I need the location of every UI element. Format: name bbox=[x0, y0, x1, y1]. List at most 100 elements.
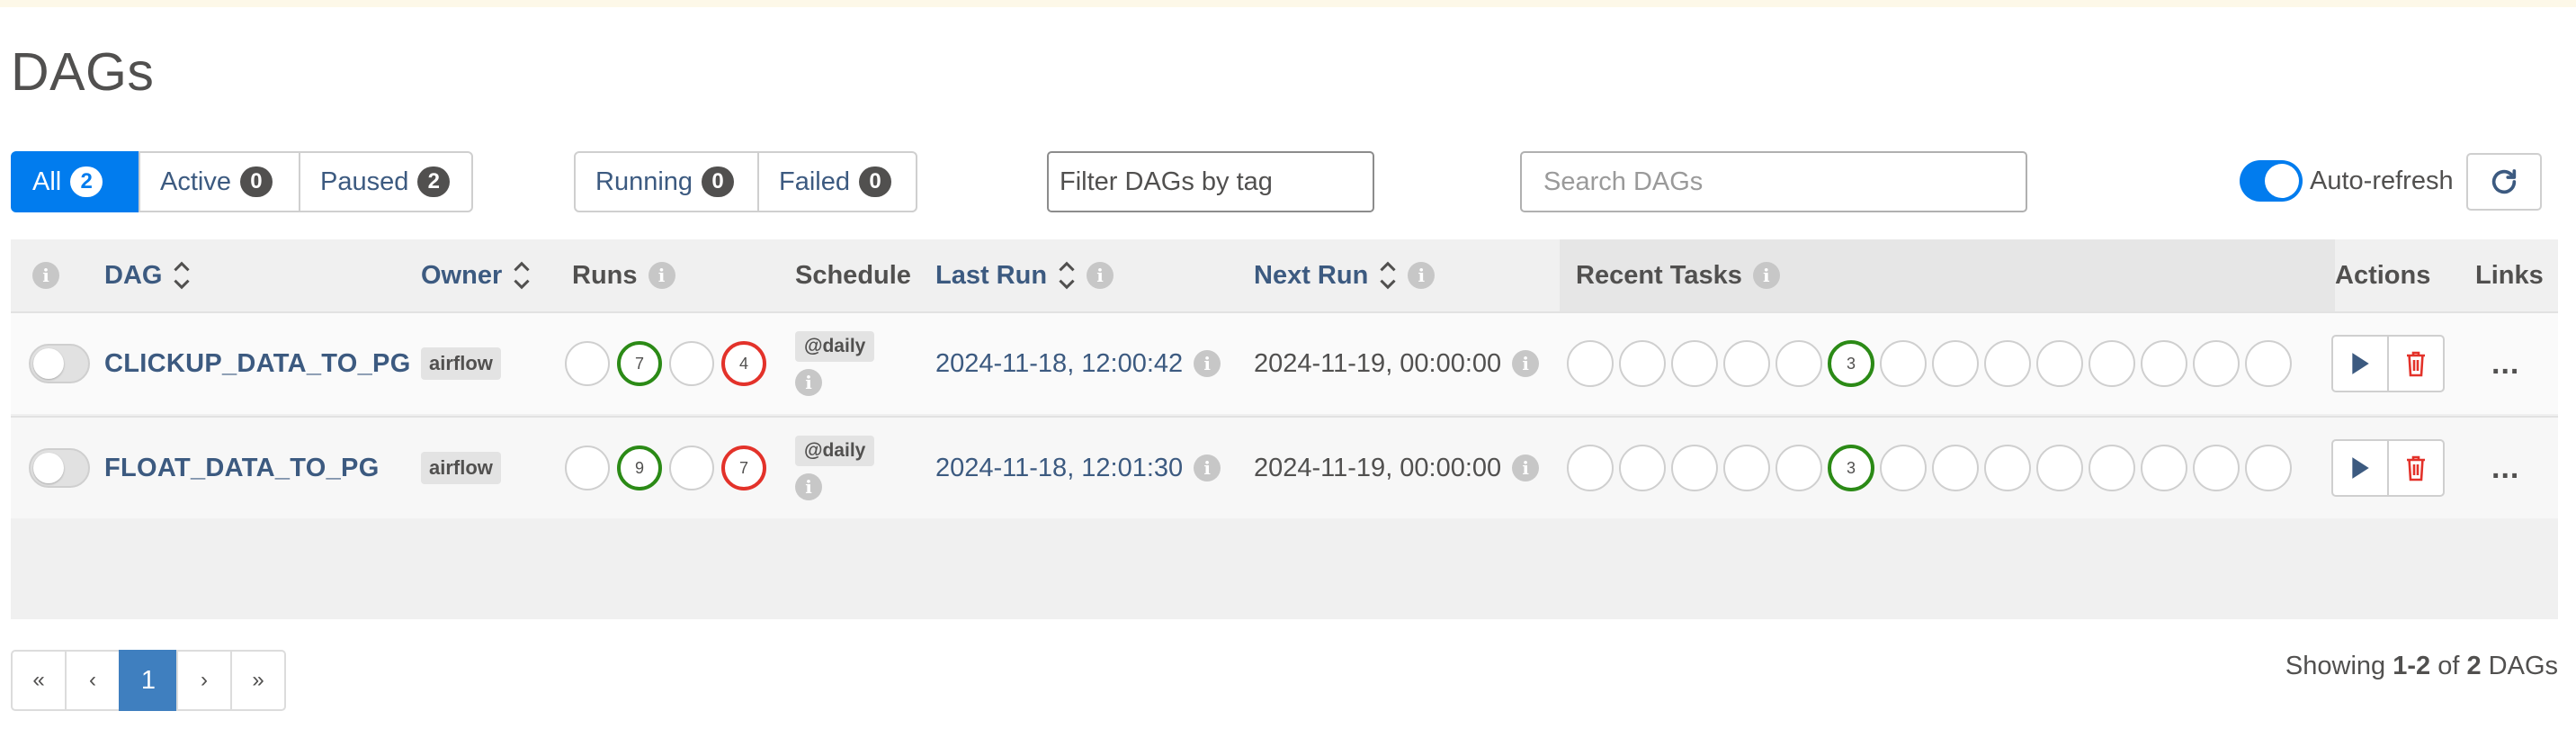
filter-running-button[interactable]: Running 0 bbox=[574, 151, 759, 212]
info-icon[interactable]: i bbox=[795, 369, 822, 396]
links-more-icon[interactable]: ... bbox=[2491, 451, 2519, 486]
runs-circles: 7 4 bbox=[565, 313, 774, 414]
task-state-circle[interactable] bbox=[1932, 340, 1979, 387]
header-recent-tasks-label: Recent Tasks bbox=[1576, 260, 1742, 290]
tag-filter-input[interactable] bbox=[1047, 151, 1374, 212]
auto-refresh-control: Auto-refresh bbox=[2240, 160, 2454, 202]
dags-table: i DAG Owner Runs i Schedule Last Run i N… bbox=[11, 239, 2558, 619]
task-state-circle[interactable] bbox=[2141, 445, 2187, 491]
trigger-dag-button[interactable] bbox=[2331, 439, 2389, 497]
filter-active-button[interactable]: Active 0 bbox=[139, 151, 300, 212]
filter-running-label: Running bbox=[595, 166, 693, 196]
recent-tasks-circles: 3 bbox=[1567, 418, 2297, 518]
sort-icon bbox=[1380, 261, 1396, 290]
run-status-circle-success[interactable]: 7 bbox=[617, 341, 662, 386]
info-icon[interactable]: i bbox=[1194, 454, 1221, 482]
task-state-circle[interactable] bbox=[2089, 445, 2135, 491]
page-first-button[interactable]: « bbox=[11, 650, 67, 711]
dag-link[interactable]: FLOAT_DATA_TO_PG bbox=[104, 454, 380, 483]
task-state-circle[interactable] bbox=[1932, 445, 1979, 491]
info-icon[interactable]: i bbox=[32, 262, 59, 289]
task-state-circle[interactable] bbox=[1723, 340, 1770, 387]
trash-icon bbox=[2407, 455, 2425, 482]
info-icon[interactable]: i bbox=[1512, 454, 1540, 482]
header-next-run-label: Next Run bbox=[1254, 260, 1369, 290]
run-status-circle[interactable] bbox=[565, 446, 610, 490]
pagination: « ‹ 1 › » bbox=[11, 650, 286, 711]
delete-dag-button[interactable] bbox=[2387, 439, 2445, 497]
header-schedule-label: Schedule bbox=[795, 260, 911, 290]
delete-dag-button[interactable] bbox=[2387, 335, 2445, 392]
task-state-circle[interactable] bbox=[2193, 340, 2240, 387]
task-state-circle[interactable] bbox=[2089, 340, 2135, 387]
task-state-circle[interactable] bbox=[1567, 340, 1614, 387]
links-more-icon[interactable]: ... bbox=[2491, 346, 2519, 382]
task-state-circle[interactable] bbox=[1880, 445, 1927, 491]
table-row: FLOAT_DATA_TO_PG airflow 9 7 @daily i 20… bbox=[11, 416, 2558, 518]
page-current-button[interactable]: 1 bbox=[119, 650, 178, 711]
task-state-circle-success[interactable]: 3 bbox=[1828, 340, 1874, 387]
run-filter-group: Running 0 Failed 0 bbox=[574, 151, 917, 212]
info-icon[interactable]: i bbox=[1087, 262, 1114, 289]
header-last-run[interactable]: Last Run i bbox=[935, 239, 1114, 311]
info-icon[interactable]: i bbox=[648, 262, 675, 289]
run-status-circle-failed[interactable]: 4 bbox=[721, 341, 766, 386]
info-icon[interactable]: i bbox=[1512, 350, 1540, 377]
info-icon[interactable]: i bbox=[795, 473, 822, 500]
pause-toggle[interactable] bbox=[29, 313, 90, 414]
header-owner[interactable]: Owner bbox=[421, 239, 531, 311]
last-run-link[interactable]: 2024-11-18, 12:00:42 bbox=[935, 349, 1183, 379]
task-state-circle[interactable] bbox=[1567, 445, 1614, 491]
pause-toggle[interactable] bbox=[29, 418, 90, 518]
info-icon[interactable]: i bbox=[1752, 262, 1780, 289]
task-state-circle[interactable] bbox=[1723, 445, 1770, 491]
showing-of: of bbox=[2437, 652, 2460, 680]
task-state-circle[interactable] bbox=[2245, 340, 2292, 387]
task-state-circle[interactable] bbox=[1619, 340, 1666, 387]
owner-badge[interactable]: airflow bbox=[421, 452, 501, 484]
page-prev-button[interactable]: ‹ bbox=[65, 650, 121, 711]
info-icon[interactable]: i bbox=[1194, 350, 1221, 377]
header-last-run-label: Last Run bbox=[935, 260, 1048, 290]
header-actions: Actions bbox=[2335, 239, 2430, 311]
task-state-circle[interactable] bbox=[1984, 340, 2031, 387]
task-state-circle[interactable] bbox=[2193, 445, 2240, 491]
page-title: DAGs bbox=[11, 42, 155, 102]
run-status-circle-success[interactable]: 9 bbox=[617, 446, 662, 490]
search-input[interactable] bbox=[1520, 151, 2027, 212]
task-state-circle[interactable] bbox=[1880, 340, 1927, 387]
task-state-circle[interactable] bbox=[1619, 445, 1666, 491]
header-next-run[interactable]: Next Run i bbox=[1254, 239, 1436, 311]
filter-paused-button[interactable]: Paused 2 bbox=[299, 151, 473, 212]
page-next-button[interactable]: › bbox=[176, 650, 232, 711]
run-status-circle-failed[interactable]: 7 bbox=[721, 446, 766, 490]
trigger-dag-button[interactable] bbox=[2331, 335, 2389, 392]
filter-failed-button[interactable]: Failed 0 bbox=[757, 151, 917, 212]
task-state-circle[interactable] bbox=[2036, 445, 2083, 491]
task-state-circle[interactable] bbox=[2245, 445, 2292, 491]
owner-badge[interactable]: airflow bbox=[421, 347, 501, 380]
page-last-button[interactable]: » bbox=[230, 650, 286, 711]
refresh-button[interactable] bbox=[2466, 153, 2542, 211]
task-state-circle[interactable] bbox=[1671, 445, 1718, 491]
info-icon[interactable]: i bbox=[1408, 262, 1436, 289]
run-status-circle[interactable] bbox=[565, 341, 610, 386]
auto-refresh-toggle[interactable] bbox=[2240, 160, 2303, 202]
task-state-circle-success[interactable]: 3 bbox=[1828, 445, 1874, 491]
run-status-circle[interactable] bbox=[669, 446, 714, 490]
header-dag[interactable]: DAG bbox=[104, 239, 191, 311]
top-banner-strip bbox=[0, 0, 2576, 7]
next-run-value: 2024-11-19, 00:00:00 bbox=[1254, 453, 1502, 482]
run-status-circle[interactable] bbox=[669, 341, 714, 386]
play-icon bbox=[2352, 353, 2369, 374]
task-state-circle[interactable] bbox=[1775, 340, 1822, 387]
task-state-circle[interactable] bbox=[2036, 340, 2083, 387]
task-state-circle[interactable] bbox=[1775, 445, 1822, 491]
task-state-circle[interactable] bbox=[2141, 340, 2187, 387]
task-state-circle[interactable] bbox=[1984, 445, 2031, 491]
dag-link[interactable]: CLICKUP_DATA_TO_PG bbox=[104, 349, 411, 379]
last-run-link[interactable]: 2024-11-18, 12:01:30 bbox=[935, 454, 1183, 483]
filter-active-count: 0 bbox=[239, 166, 273, 197]
filter-all-button[interactable]: All 2 bbox=[11, 151, 140, 212]
task-state-circle[interactable] bbox=[1671, 340, 1718, 387]
